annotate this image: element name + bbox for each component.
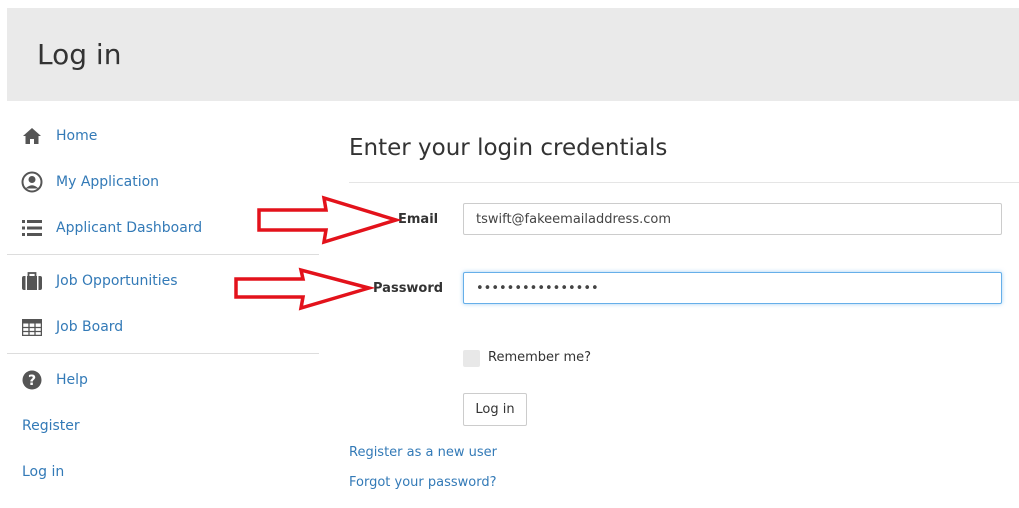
question-circle-icon: ? [21,369,43,391]
email-label: Email [398,212,439,227]
list-icon [21,217,43,239]
page-title: Log in [37,38,122,71]
svg-text:?: ? [28,373,36,389]
sidebar-item-label: Register [22,418,80,434]
briefcase-icon [21,270,43,292]
sidebar-item-label: Job Board [56,319,124,335]
user-circle-icon [21,171,43,193]
sidebar-item-label: Log in [22,464,65,480]
password-annotation-arrow-icon [234,267,375,311]
sidebar-item-login[interactable]: Log in [7,452,319,492]
password-field[interactable] [463,272,1002,304]
sidebar-item-register[interactable]: Register [7,406,319,446]
home-icon [21,125,43,147]
page-header: Log in [7,8,1019,101]
heading-divider [349,182,1019,183]
sidebar-item-home[interactable]: Home [7,116,319,156]
sidebar-divider [7,254,319,255]
sidebar-item-label: Help [56,372,88,388]
table-icon [21,316,43,338]
sidebar-divider [7,353,319,354]
remember-me-label: Remember me? [488,350,592,365]
email-field[interactable] [463,203,1002,235]
sidebar-item-label: My Application [56,174,160,190]
login-button[interactable]: Log in [463,393,527,426]
sidebar-item-label: Job Opportunities [56,273,178,289]
sidebar-item-label: Applicant Dashboard [56,220,203,236]
forgot-password-link[interactable]: Forgot your password? [349,475,497,490]
email-annotation-arrow-icon [257,195,402,245]
form-heading: Enter your login credentials [349,135,668,161]
sidebar-item-help[interactable]: ? Help [7,360,319,400]
sidebar-item-job-board[interactable]: Job Board [7,307,319,347]
remember-me-checkbox[interactable] [463,350,480,367]
sidebar-item-label: Home [56,128,98,144]
register-link[interactable]: Register as a new user [349,445,497,460]
password-label: Password [373,281,444,296]
